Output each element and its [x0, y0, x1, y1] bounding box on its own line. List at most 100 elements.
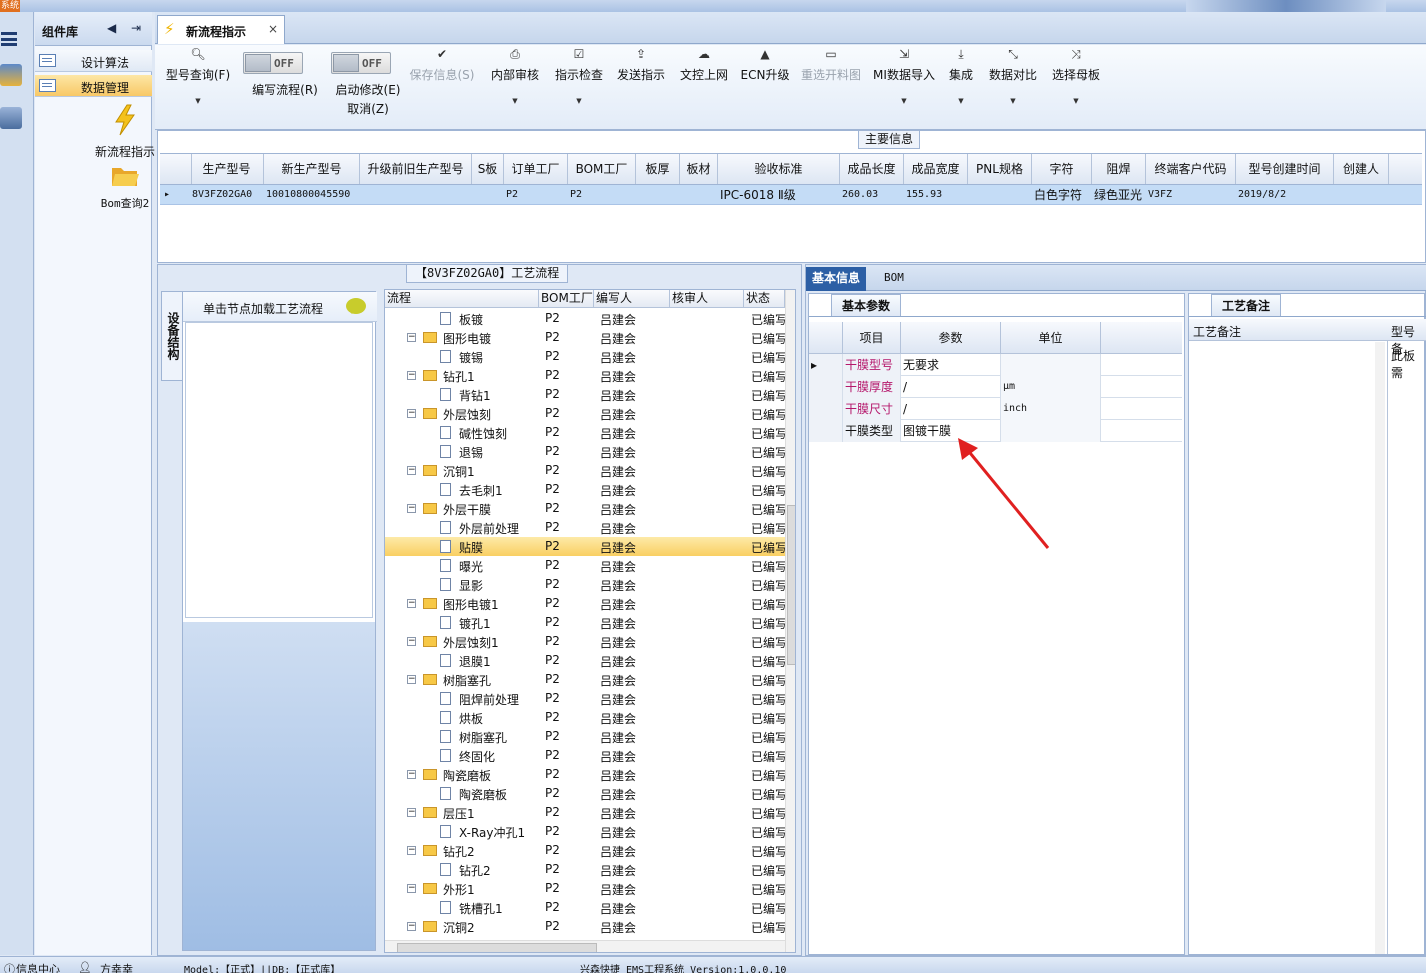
table-cell[interactable] — [474, 185, 504, 205]
column-header[interactable]: 升级前旧生产型号 — [360, 154, 472, 184]
table-cell[interactable]: 260.03 — [842, 185, 904, 205]
column-header[interactable]: 参数 — [901, 322, 1001, 354]
menu-data-management[interactable]: 数据管理 — [35, 75, 152, 97]
column-header[interactable]: 成品长度 — [840, 154, 904, 184]
collapse-node-icon[interactable]: − — [407, 884, 416, 893]
collapse-node-icon[interactable]: − — [407, 409, 416, 418]
tree-row[interactable]: 贴膜 P2 吕建会 已编写 — [385, 537, 785, 556]
table-cell[interactable]: 8V3FZ02GA0 — [192, 185, 264, 205]
column-header[interactable]: 型号创建时间 — [1236, 154, 1334, 184]
collapse-left-icon[interactable]: ◀ — [107, 21, 116, 35]
tree-row[interactable]: − 外层干膜 P2 吕建会 已编写 — [385, 499, 785, 518]
table-cell[interactable]: P2 — [506, 185, 568, 205]
param-value[interactable]: / — [901, 376, 1001, 398]
column-header[interactable]: 终端客户代码 — [1146, 154, 1236, 184]
tree-row[interactable]: 钻孔2 P2 吕建会 已编写 — [385, 860, 785, 879]
collapse-node-icon[interactable]: − — [407, 922, 416, 931]
column-header[interactable]: 新生产型号 — [264, 154, 360, 184]
select-motherboard-button[interactable]: ⤨ 选择母板 ▼ — [1050, 45, 1102, 105]
column-header[interactable]: 订单工厂 — [504, 154, 568, 184]
column-header[interactable]: 单位 — [1001, 322, 1101, 354]
tree-row[interactable]: 镀锡 P2 吕建会 已编写 — [385, 347, 785, 366]
edit-process-toggle[interactable]: OFF — [243, 52, 303, 74]
tree-row[interactable]: − 外层蚀刻 P2 吕建会 已编写 — [385, 404, 785, 423]
param-row[interactable]: 干膜类型 图镀干膜 — [809, 420, 1182, 442]
column-header[interactable]: 状态 — [744, 290, 785, 308]
table-cell[interactable]: 10010800045590 — [266, 185, 360, 205]
column-header[interactable]: 编写人 — [594, 290, 670, 308]
column-header[interactable]: BOM工厂 — [539, 290, 594, 308]
excel-app-icon[interactable] — [0, 64, 22, 86]
tree-row[interactable]: − 图形电镀1 P2 吕建会 已编写 — [385, 594, 785, 613]
table-cell[interactable]: IPC-6018 Ⅱ级 — [720, 185, 840, 205]
column-header[interactable]: 板厚 — [636, 154, 680, 184]
calculator-app-icon[interactable] — [0, 107, 22, 129]
column-header[interactable]: 板材 — [680, 154, 718, 184]
tab-basic-info[interactable]: 基本信息 — [806, 267, 867, 291]
tab-new-process[interactable]: ⚡ 新流程指示 × — [157, 15, 285, 44]
tree-row[interactable]: 陶瓷磨板 P2 吕建会 已编写 — [385, 784, 785, 803]
param-row[interactable]: ▸ 干膜型号 无要求 — [809, 354, 1182, 376]
tree-row[interactable]: − 层压1 P2 吕建会 已编写 — [385, 803, 785, 822]
tab-bom[interactable]: BOM — [878, 267, 910, 291]
collapse-node-icon[interactable]: − — [407, 333, 416, 342]
table-cell[interactable] — [682, 185, 718, 205]
info-center-label[interactable]: 信息中心 — [16, 961, 60, 973]
horizontal-scrollbar[interactable] — [385, 940, 785, 952]
equipment-structure-tab[interactable]: 设备结构 — [161, 291, 183, 381]
info-center-icon[interactable]: ⓘ — [4, 961, 15, 973]
table-row[interactable]: ▸ 8V3FZ02GA0 10010800045590 P2 P2 IPC-6018 Ⅱ级… — [160, 185, 1422, 205]
param-row[interactable]: 干膜厚度 / μm — [809, 376, 1182, 398]
table-cell[interactable] — [638, 185, 680, 205]
internal-audit-button[interactable]: ⎙ 内部审核 ▼ — [487, 45, 543, 105]
tree-row[interactable]: 镀孔1 P2 吕建会 已编写 — [385, 613, 785, 632]
column-header[interactable]: 字符 — [1032, 154, 1092, 184]
tree-row[interactable]: 退锡 P2 吕建会 已编写 — [385, 442, 785, 461]
tree-row[interactable]: 铣槽孔1 P2 吕建会 已编写 — [385, 898, 785, 917]
param-unit[interactable]: inch — [1001, 398, 1101, 420]
column-header[interactable]: 创建人 — [1334, 154, 1389, 184]
tree-row[interactable]: 碱性蚀刻 P2 吕建会 已编写 — [385, 423, 785, 442]
column-header[interactable]: 核审人 — [670, 290, 744, 308]
table-cell[interactable]: P2 — [570, 185, 636, 205]
data-compare-button[interactable]: ⤡ 数据对比 ▼ — [987, 45, 1039, 105]
tree-row[interactable]: X-Ray冲孔1 P2 吕建会 已编写 — [385, 822, 785, 841]
tree-row[interactable]: − 钻孔2 P2 吕建会 已编写 — [385, 841, 785, 860]
tree-row[interactable]: 阻焊前处理 P2 吕建会 已编写 — [385, 689, 785, 708]
scrollbar-thumb[interactable] — [787, 505, 795, 665]
vertical-scrollbar[interactable] — [1375, 342, 1385, 954]
process-node-area[interactable] — [185, 322, 373, 618]
table-cell[interactable]: 白色字符 — [1034, 185, 1092, 205]
param-value[interactable]: / — [901, 398, 1001, 420]
column-header[interactable]: 阻焊 — [1092, 154, 1146, 184]
column-header[interactable]: 生产型号 — [190, 154, 264, 184]
column-header[interactable]: 项目 — [843, 322, 901, 354]
column-header[interactable]: 流程 — [385, 290, 539, 308]
search-model-button[interactable]: 🔍︎ 型号查询(F) ▼ — [161, 45, 235, 105]
column-header[interactable]: PNL规格 — [968, 154, 1032, 184]
tree-row[interactable]: 终固化 P2 吕建会 已编写 — [385, 746, 785, 765]
collapse-node-icon[interactable]: − — [407, 371, 416, 380]
collapse-node-icon[interactable]: − — [407, 808, 416, 817]
publish-online-button[interactable]: ☁ 文控上网 — [676, 45, 732, 83]
collapse-node-icon[interactable]: − — [407, 466, 416, 475]
collapse-node-icon[interactable]: − — [407, 637, 416, 646]
instruction-check-button[interactable]: ☑ 指示检查 ▼ — [551, 45, 607, 105]
reselect-cutting-button[interactable]: ▭ 重选开料图 — [796, 45, 866, 83]
collapse-node-icon[interactable]: − — [407, 504, 416, 513]
hamburger-menu-icon[interactable] — [1, 32, 17, 46]
start-modify-toggle[interactable]: OFF — [331, 52, 391, 74]
vertical-scrollbar[interactable] — [785, 290, 795, 952]
tree-row[interactable]: 树脂塞孔 P2 吕建会 已编写 — [385, 727, 785, 746]
table-cell[interactable]: V3FZ — [1148, 185, 1236, 205]
table-cell[interactable] — [362, 185, 472, 205]
collapse-node-icon[interactable]: − — [407, 846, 416, 855]
collapse-node-icon[interactable]: − — [407, 675, 416, 684]
scrollbar-thumb[interactable] — [397, 943, 597, 952]
table-cell[interactable]: 2019/8/2 — [1238, 185, 1334, 205]
collapse-node-icon[interactable]: − — [407, 770, 416, 779]
tree-row[interactable]: 显影 P2 吕建会 已编写 — [385, 575, 785, 594]
param-value[interactable]: 无要求 — [901, 354, 1001, 376]
tree-row[interactable]: − 图形电镀 P2 吕建会 已编写 — [385, 328, 785, 347]
tree-row[interactable]: − 沉铜2 P2 吕建会 已编写 — [385, 917, 785, 936]
